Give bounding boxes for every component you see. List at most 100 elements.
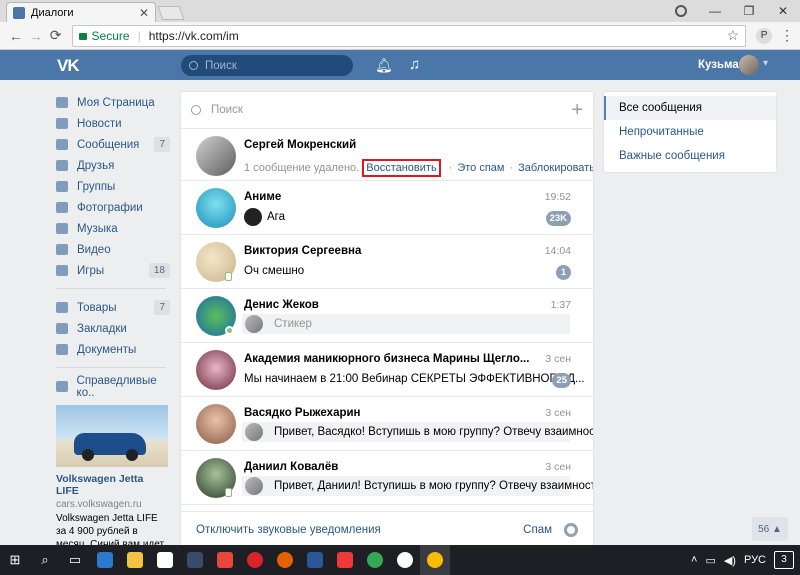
- dialog-name[interactable]: Академия маникюрного бизнеса Марины Щегл…: [244, 353, 529, 365]
- edge-icon[interactable]: [90, 545, 120, 575]
- minimize-button[interactable]: —: [698, 0, 732, 22]
- dialogs-search-input[interactable]: Поиск +: [181, 92, 593, 129]
- filter-unread[interactable]: Непрочитанные: [604, 120, 776, 144]
- dialog-name[interactable]: Денис Жеков: [244, 299, 319, 311]
- sidebar-item-label: Видео: [77, 243, 111, 256]
- filter-important[interactable]: Важные сообщения: [604, 144, 776, 168]
- firefox-icon[interactable]: [270, 545, 300, 575]
- dialog-row[interactable]: Денис Жеков 1:37 Стикер: [181, 289, 593, 343]
- restore-button[interactable]: ❐: [732, 0, 766, 22]
- sidebar-item[interactable]: Игры 18: [56, 260, 174, 281]
- chevron-up-icon[interactable]: ˄: [691, 554, 697, 566]
- gear-icon[interactable]: [564, 522, 578, 537]
- spam-folder-link[interactable]: Спам: [523, 524, 552, 536]
- account-icon[interactable]: [664, 0, 698, 22]
- windows-start-icon[interactable]: ⊞: [0, 545, 30, 575]
- dialog-row[interactable]: Аниме 19:52 Ага 23K: [181, 181, 593, 235]
- avatar[interactable]: [196, 404, 236, 444]
- browser-tab[interactable]: Диалоги ✕: [6, 2, 156, 22]
- filter-all[interactable]: Все сообщения: [604, 96, 776, 120]
- volume-icon[interactable]: ◀): [724, 554, 736, 567]
- extension-icon[interactable]: P: [756, 27, 773, 44]
- system-tray: ˄ ▭ ◀) РУС 3: [691, 545, 794, 575]
- dialog-name[interactable]: Аниме: [244, 191, 281, 203]
- browser-menu-icon[interactable]: ⋮: [780, 27, 794, 44]
- dialog-row-deleted[interactable]: Сергей Мокренский 1 сообщение удалено. В…: [181, 129, 593, 181]
- sidebar-item[interactable]: Музыка: [56, 218, 174, 239]
- file-explorer-icon[interactable]: [120, 545, 150, 575]
- sidebar-item-icon: [56, 302, 68, 313]
- user-avatar[interactable]: [739, 55, 759, 75]
- mobile-online-icon: [225, 272, 232, 281]
- ad-site[interactable]: cars.volkswagen.ru: [56, 499, 168, 510]
- sidebar-item[interactable]: Моя Страница: [56, 92, 174, 113]
- dialog-row[interactable]: Академия маникюрного бизнеса Марины Щегл…: [181, 343, 593, 397]
- sidebar-item-icon: [56, 265, 68, 276]
- notification-center-icon[interactable]: 3: [774, 551, 794, 569]
- ad-block[interactable]: Volkswagen Jetta LIFE cars.volkswagen.ru…: [56, 405, 168, 551]
- spam-link[interactable]: Это спам: [457, 162, 504, 174]
- sidebar-item[interactable]: Справедливые ко..: [56, 375, 174, 399]
- deleted-notice: 1 сообщение удалено. Восстановить · Это …: [244, 159, 593, 177]
- dialog-name[interactable]: Васядко Рыжехарин: [244, 407, 361, 419]
- dialog-name[interactable]: Сергей Мокренский: [244, 139, 356, 151]
- dialog-row[interactable]: Виктория Сергеевна 14:04 Оч смешно 1: [181, 235, 593, 289]
- mute-sounds-link[interactable]: Отключить звуковые уведомления: [196, 524, 523, 536]
- opera-icon[interactable]: [240, 545, 270, 575]
- sidebar-item[interactable]: Новости: [56, 113, 174, 134]
- chat-counter-button[interactable]: 56 ▲: [752, 517, 788, 541]
- back-icon[interactable]: ←: [6, 28, 26, 44]
- avatar[interactable]: [196, 350, 236, 390]
- dialog-preview: Оч смешно: [244, 265, 305, 277]
- new-dialog-plus-icon[interactable]: +: [571, 99, 583, 122]
- sidebar-item[interactable]: Закладки: [56, 318, 174, 339]
- ad-title[interactable]: Volkswagen Jetta LIFE: [56, 473, 168, 497]
- dialog-name[interactable]: Даниил Ковалёв: [244, 461, 338, 473]
- sidebar-item[interactable]: Видео: [56, 239, 174, 260]
- ad-image[interactable]: [56, 405, 168, 467]
- user-name[interactable]: Кузьма: [698, 59, 739, 71]
- word-icon[interactable]: [300, 545, 330, 575]
- chevron-down-icon[interactable]: ▾: [763, 58, 768, 69]
- sender-avatar: [245, 423, 263, 441]
- avatar[interactable]: [196, 136, 236, 176]
- dialog-row[interactable]: Васядко Рыжехарин 3 сен Привет, Васядко!…: [181, 397, 593, 451]
- avatar[interactable]: [196, 188, 236, 228]
- music-note-icon[interactable]: ♫: [409, 56, 420, 73]
- bookmark-star-icon[interactable]: ☆: [727, 27, 740, 44]
- task-view-icon[interactable]: ▭: [60, 545, 90, 575]
- reload-icon[interactable]: ⟳: [46, 27, 66, 44]
- address-bar[interactable]: Secure | https://vk.com/im ☆: [71, 24, 747, 47]
- dialog-name[interactable]: Виктория Сергеевна: [244, 245, 361, 257]
- dialogs-footer: Отключить звуковые уведомления Спам: [181, 511, 593, 547]
- url-text[interactable]: https://vk.com/im: [149, 29, 727, 43]
- close-window-button[interactable]: ✕: [766, 0, 800, 22]
- sidebar-item[interactable]: Сообщения 7: [56, 134, 174, 155]
- network-icon[interactable]: ▭: [705, 554, 715, 567]
- chrome-icon[interactable]: [360, 545, 390, 575]
- language-indicator[interactable]: РУС: [744, 554, 766, 566]
- sidebar-item[interactable]: Группы: [56, 176, 174, 197]
- chrome-active-icon[interactable]: [420, 545, 450, 575]
- header-search-input[interactable]: Поиск: [181, 55, 353, 76]
- dialog-row[interactable]: Даниил Ковалёв 3 сен Привет, Даниил! Вст…: [181, 451, 593, 505]
- dialog-preview: Привет, Даниил! Вступишь в мою группу? О…: [274, 480, 593, 492]
- tab-close-icon[interactable]: ✕: [139, 6, 149, 20]
- yandex-icon[interactable]: [390, 545, 420, 575]
- new-tab-button[interactable]: [157, 6, 185, 20]
- sidebar-item[interactable]: Фотографии: [56, 197, 174, 218]
- search-icon[interactable]: ⌕: [30, 545, 60, 575]
- vk-logo[interactable]: VK: [57, 56, 80, 76]
- camera-app-icon[interactable]: [210, 545, 240, 575]
- app-icon[interactable]: [180, 545, 210, 575]
- sidebar-item[interactable]: Товары 7: [56, 297, 174, 318]
- block-link[interactable]: Заблокировать: [518, 162, 593, 174]
- store-icon[interactable]: [150, 545, 180, 575]
- notifications-bell-icon[interactable]: 🔔︎: [375, 57, 393, 74]
- sidebar-item[interactable]: Друзья: [56, 155, 174, 176]
- restore-link[interactable]: Восстановить: [362, 159, 441, 177]
- sidebar-item[interactable]: Документы: [56, 339, 174, 360]
- forward-icon[interactable]: →: [26, 28, 46, 44]
- vivaldi-icon[interactable]: [330, 545, 360, 575]
- menu-divider: [56, 288, 166, 289]
